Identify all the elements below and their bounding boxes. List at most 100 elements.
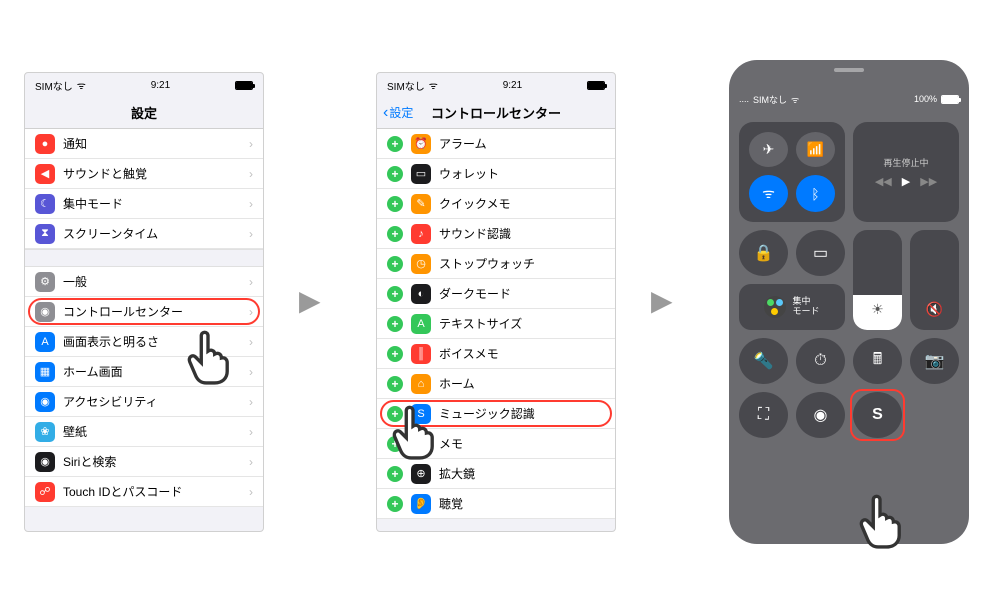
chevron-right-icon: ›: [249, 335, 253, 349]
settings-row[interactable]: ●通知›: [25, 129, 263, 159]
row-label: 聴覚: [439, 495, 605, 512]
settings-row[interactable]: A画面表示と明るさ›: [25, 327, 263, 357]
add-button[interactable]: +: [387, 466, 403, 482]
row-icon: ◀: [35, 164, 55, 184]
chevron-right-icon: ›: [249, 365, 253, 379]
settings-row[interactable]: ⧗スクリーンタイム›: [25, 219, 263, 249]
settings-row[interactable]: ◉アクセシビリティ›: [25, 387, 263, 417]
media-tile[interactable]: 再生停止中 ◀◀ ▶ ▶▶: [853, 122, 959, 222]
row-label: 一般: [63, 273, 249, 290]
chevron-right-icon: ›: [249, 455, 253, 469]
volume-slider[interactable]: 🔇: [910, 230, 959, 330]
next-icon[interactable]: ▶▶: [920, 175, 937, 188]
row-label: ストップウォッチ: [439, 255, 605, 272]
row-icon: ⌂: [411, 374, 431, 394]
arrow-right-icon: ▶: [651, 284, 673, 317]
row-icon: ⚙: [35, 272, 55, 292]
nav-title: 設定: [131, 103, 157, 122]
chevron-right-icon: ›: [249, 227, 253, 241]
record-button[interactable]: ◉: [796, 392, 845, 438]
settings-row[interactable]: ◉コントロールセンター›: [25, 297, 263, 327]
settings-row[interactable]: +✎メモ: [377, 429, 615, 459]
row-icon: ◉: [35, 452, 55, 472]
add-button[interactable]: +: [387, 226, 403, 242]
add-button[interactable]: +: [387, 346, 403, 362]
shazam-button[interactable]: S: [853, 392, 902, 438]
settings-row[interactable]: ☍Touch IDとパスコード›: [25, 477, 263, 507]
settings-row[interactable]: ⚙ 一般›: [25, 267, 263, 297]
orientation-lock-button[interactable]: 🔒: [739, 230, 788, 276]
settings-screen: SIMなしᯤ 9:21 設定 ●通知›◀サウンドと触覚›☾集中モード›⧗スクリー…: [24, 72, 264, 532]
settings-row[interactable]: +✎クイックメモ: [377, 189, 615, 219]
row-icon: ✎: [411, 194, 431, 214]
nav-bar: 設定: [25, 97, 263, 129]
add-button[interactable]: +: [387, 376, 403, 392]
row-icon: ✎: [411, 434, 431, 454]
settings-row[interactable]: +Sミュージック認識: [377, 399, 615, 429]
row-icon: ❀: [35, 422, 55, 442]
settings-row[interactable]: ▦ホーム画面›: [25, 357, 263, 387]
settings-row[interactable]: ◀サウンドと触覚›: [25, 159, 263, 189]
settings-row[interactable]: +⊕拡大鏡: [377, 459, 615, 489]
row-label: 壁紙: [63, 423, 249, 440]
connectivity-tile[interactable]: ✈ 📶 ᯤ ᛒ: [739, 122, 845, 222]
settings-row[interactable]: +Aテキストサイズ: [377, 309, 615, 339]
battery-icon: [587, 81, 605, 90]
row-icon: ☍: [35, 482, 55, 502]
brightness-slider[interactable]: ☀: [853, 230, 902, 330]
settings-row[interactable]: + ♪ サウンド認識: [377, 219, 615, 249]
mute-icon: 🔇: [926, 301, 943, 318]
calculator-button[interactable]: 🖩: [853, 338, 902, 384]
row-label: 集中モード: [63, 195, 249, 212]
add-button[interactable]: +: [387, 136, 403, 152]
row-label: サウンド認識: [439, 225, 605, 242]
row-label: Touch IDとパスコード: [63, 483, 249, 500]
screen-mirror-button[interactable]: ▭: [796, 230, 845, 276]
timer-button[interactable]: ⏱: [796, 338, 845, 384]
row-label: ホーム: [439, 375, 605, 392]
prev-icon[interactable]: ◀◀: [875, 175, 892, 188]
flashlight-button[interactable]: 🔦: [739, 338, 788, 384]
camera-button[interactable]: 📷: [910, 338, 959, 384]
row-icon: ▭: [411, 164, 431, 184]
add-button[interactable]: +: [387, 436, 403, 452]
add-button[interactable]: +: [387, 166, 403, 182]
add-button[interactable]: +: [387, 496, 403, 512]
settings-row[interactable]: ☾集中モード›: [25, 189, 263, 219]
row-icon: ♪: [411, 224, 431, 244]
settings-row[interactable]: +║ボイスメモ: [377, 339, 615, 369]
settings-row[interactable]: +⏰アラーム: [377, 129, 615, 159]
row-label: ウォレット: [439, 165, 605, 182]
back-button[interactable]: ‹設定: [383, 104, 413, 122]
settings-row[interactable]: +◷ストップウォッチ: [377, 249, 615, 279]
focus-tile[interactable]: 集中 モード: [739, 284, 845, 330]
wifi-toggle[interactable]: ᯤ: [749, 175, 788, 212]
settings-row[interactable]: +👂聴覚: [377, 489, 615, 519]
settings-row[interactable]: + ⌂ ホーム: [377, 369, 615, 399]
media-controls: ◀◀ ▶ ▶▶: [875, 175, 937, 188]
bluetooth-toggle[interactable]: ᛒ: [796, 175, 835, 212]
row-icon: ◐: [411, 284, 431, 304]
focus-label: 集中 モード: [792, 297, 819, 317]
settings-row[interactable]: + ▭ ウォレット: [377, 159, 615, 189]
settings-row[interactable]: +◐ダークモード: [377, 279, 615, 309]
clock: 9:21: [503, 80, 522, 91]
section-divider: [25, 249, 263, 267]
row-icon: ⧗: [35, 224, 55, 244]
settings-row[interactable]: ◉Siriと検索›: [25, 447, 263, 477]
qr-button[interactable]: ⛶: [739, 392, 788, 438]
add-button[interactable]: +: [387, 286, 403, 302]
row-label: 拡大鏡: [439, 465, 605, 482]
chevron-right-icon: ›: [249, 275, 253, 289]
cellular-toggle[interactable]: 📶: [796, 132, 835, 167]
chevron-right-icon: ›: [249, 395, 253, 409]
add-button[interactable]: +: [387, 316, 403, 332]
add-button[interactable]: +: [387, 406, 403, 422]
add-button[interactable]: +: [387, 256, 403, 272]
carrier-text: SIMなし: [387, 78, 425, 93]
row-icon: A: [35, 332, 55, 352]
add-button[interactable]: +: [387, 196, 403, 212]
airplane-toggle[interactable]: ✈: [749, 132, 788, 167]
settings-row[interactable]: ❀壁紙›: [25, 417, 263, 447]
play-icon[interactable]: ▶: [902, 175, 910, 188]
